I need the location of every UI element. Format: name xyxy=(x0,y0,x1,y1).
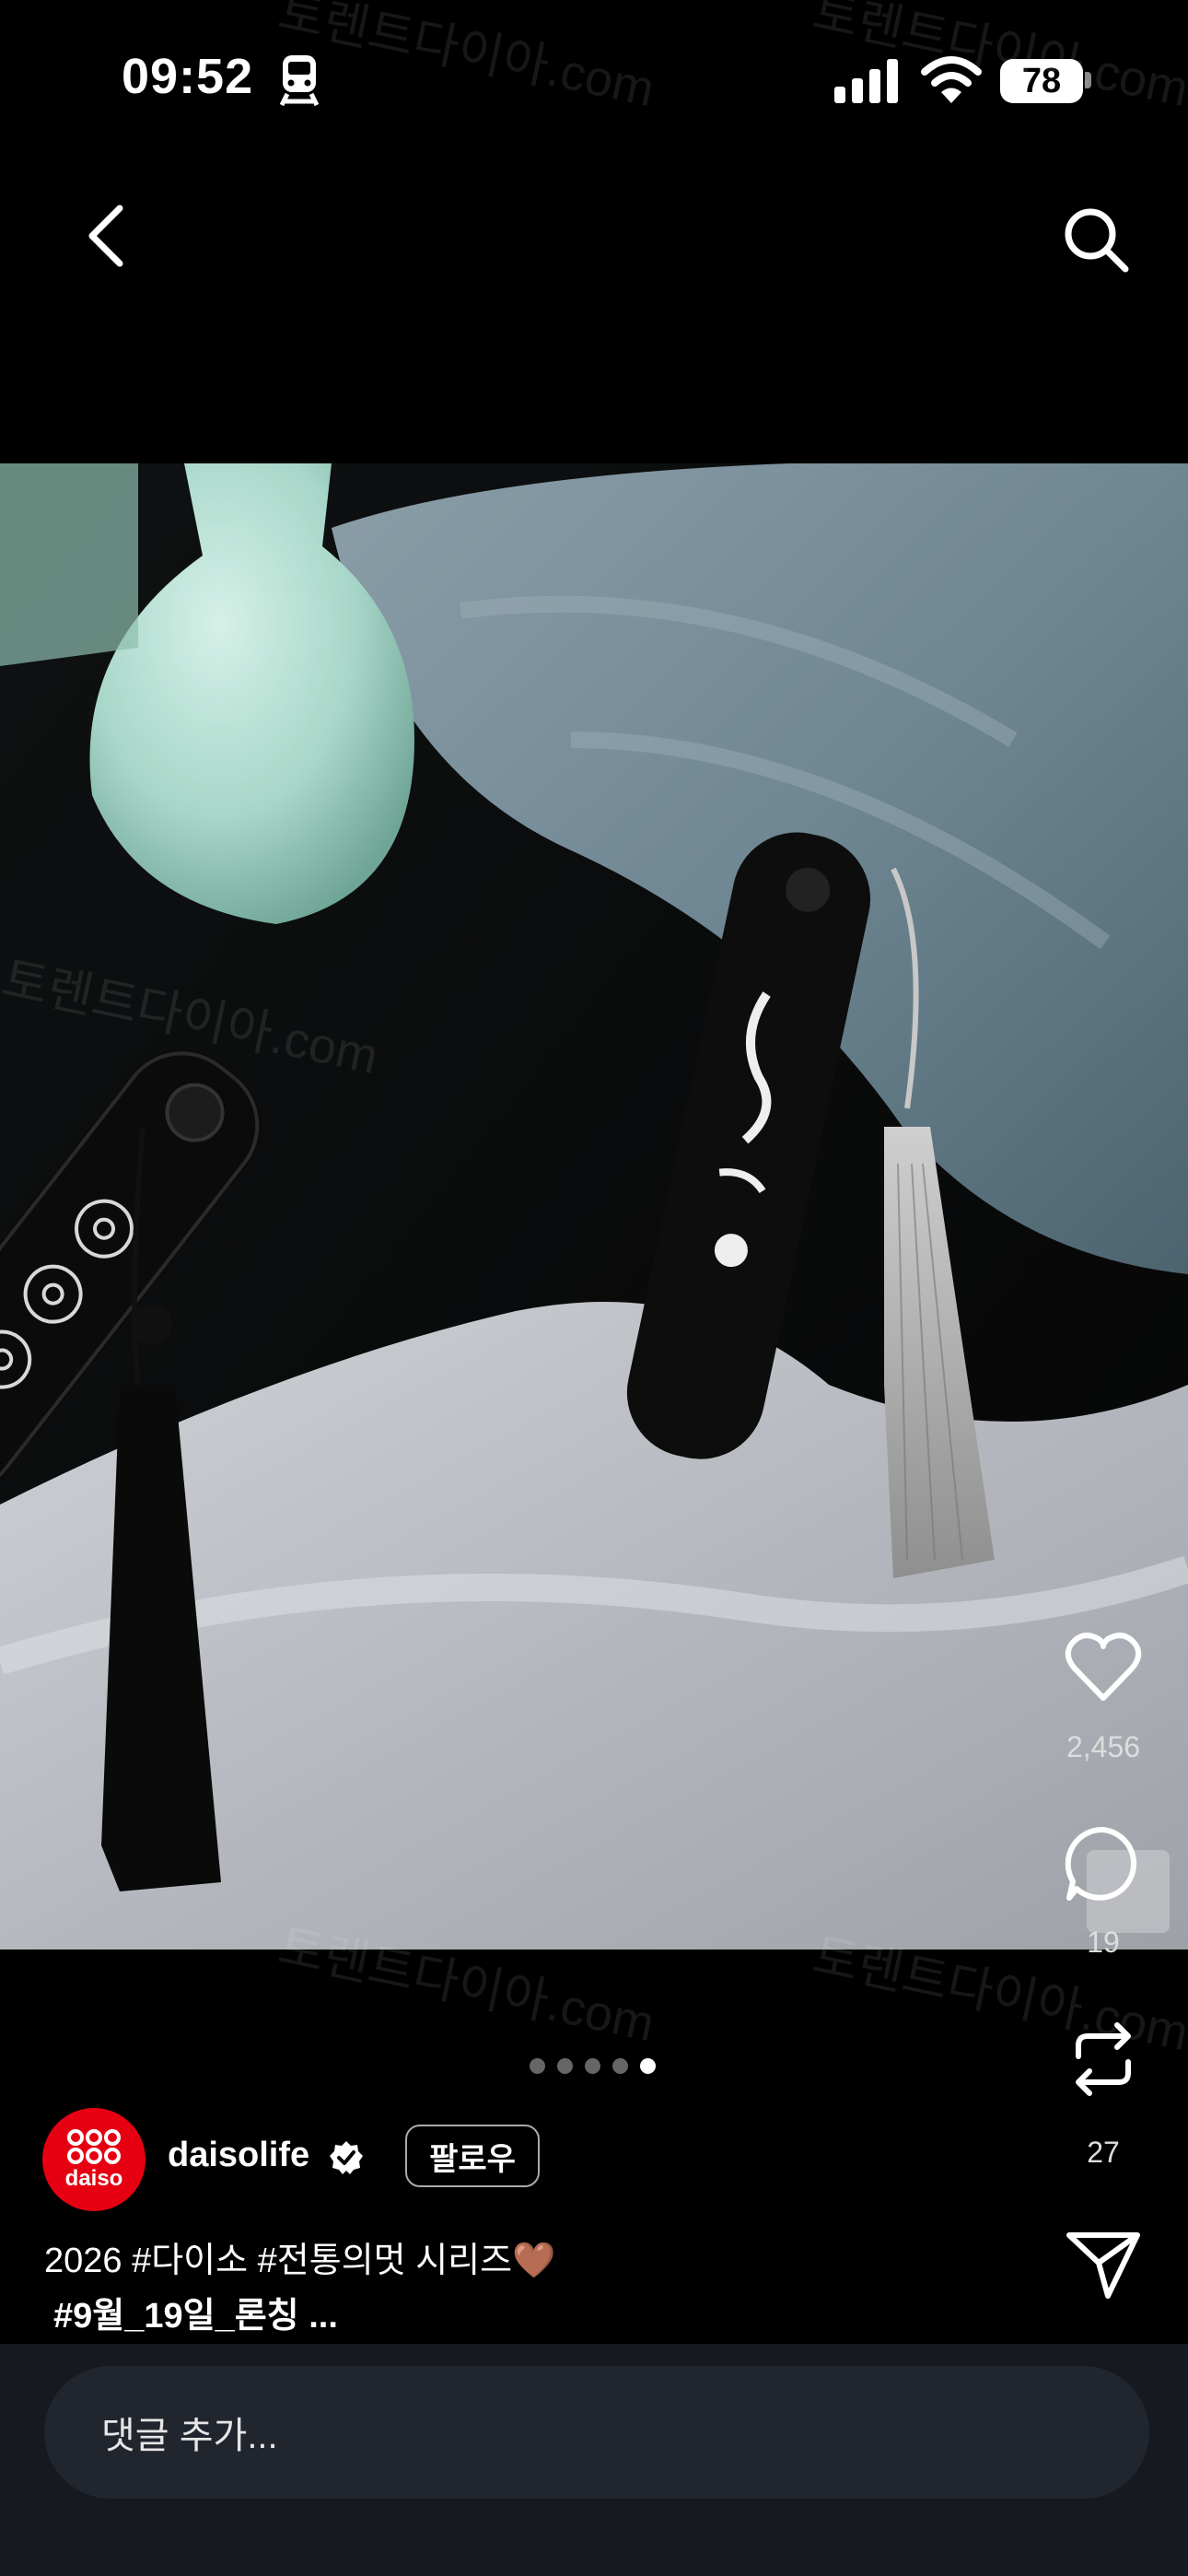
daiso-logo: daiso xyxy=(65,2129,123,2191)
like-count: 2,456 xyxy=(1066,1730,1141,1763)
username[interactable]: daisolife xyxy=(168,2136,309,2175)
comment-count: 19 xyxy=(1087,1926,1120,1959)
post-caption[interactable]: 2026 #다이소 #전통의멋 시리즈🤎 #9월_19일_론칭 ... xyxy=(44,2233,555,2344)
search-button[interactable] xyxy=(1059,203,1133,276)
follow-button[interactable]: 팔로우 xyxy=(405,2125,540,2187)
product-photo-illustration xyxy=(0,463,1188,1950)
comment-input[interactable]: 댓글 추가... xyxy=(44,2366,1149,2499)
cellular-signal-icon xyxy=(834,59,898,103)
train-icon xyxy=(279,55,320,107)
verified-badge-icon xyxy=(330,2141,363,2174)
avatar[interactable]: daiso xyxy=(42,2108,146,2211)
repost-button[interactable] xyxy=(1062,2018,1145,2101)
logo-wordmark: daiso xyxy=(65,2166,123,2191)
like-button[interactable] xyxy=(1062,1626,1145,1709)
pager-dot-active xyxy=(640,2058,656,2074)
carousel-pager xyxy=(530,2058,656,2074)
repost-count: 27 xyxy=(1087,2136,1120,2169)
share-button[interactable] xyxy=(1062,2222,1145,2305)
watermark-text: 토렌트다이아.com xyxy=(274,0,659,118)
caption-line-1: 2026 #다이소 #전통의멋 시리즈🤎 xyxy=(44,2242,556,2280)
pager-dot xyxy=(530,2058,545,2074)
caption-line-2: #9월_19일_론칭 ... xyxy=(53,2297,338,2336)
back-button[interactable] xyxy=(74,199,138,273)
pager-dot xyxy=(557,2058,573,2074)
pager-dot xyxy=(612,2058,628,2074)
comment-button[interactable] xyxy=(1062,1822,1145,1905)
pager-dot xyxy=(585,2058,600,2074)
status-time: 09:52 xyxy=(122,49,254,104)
post-photo[interactable] xyxy=(0,463,1188,1950)
